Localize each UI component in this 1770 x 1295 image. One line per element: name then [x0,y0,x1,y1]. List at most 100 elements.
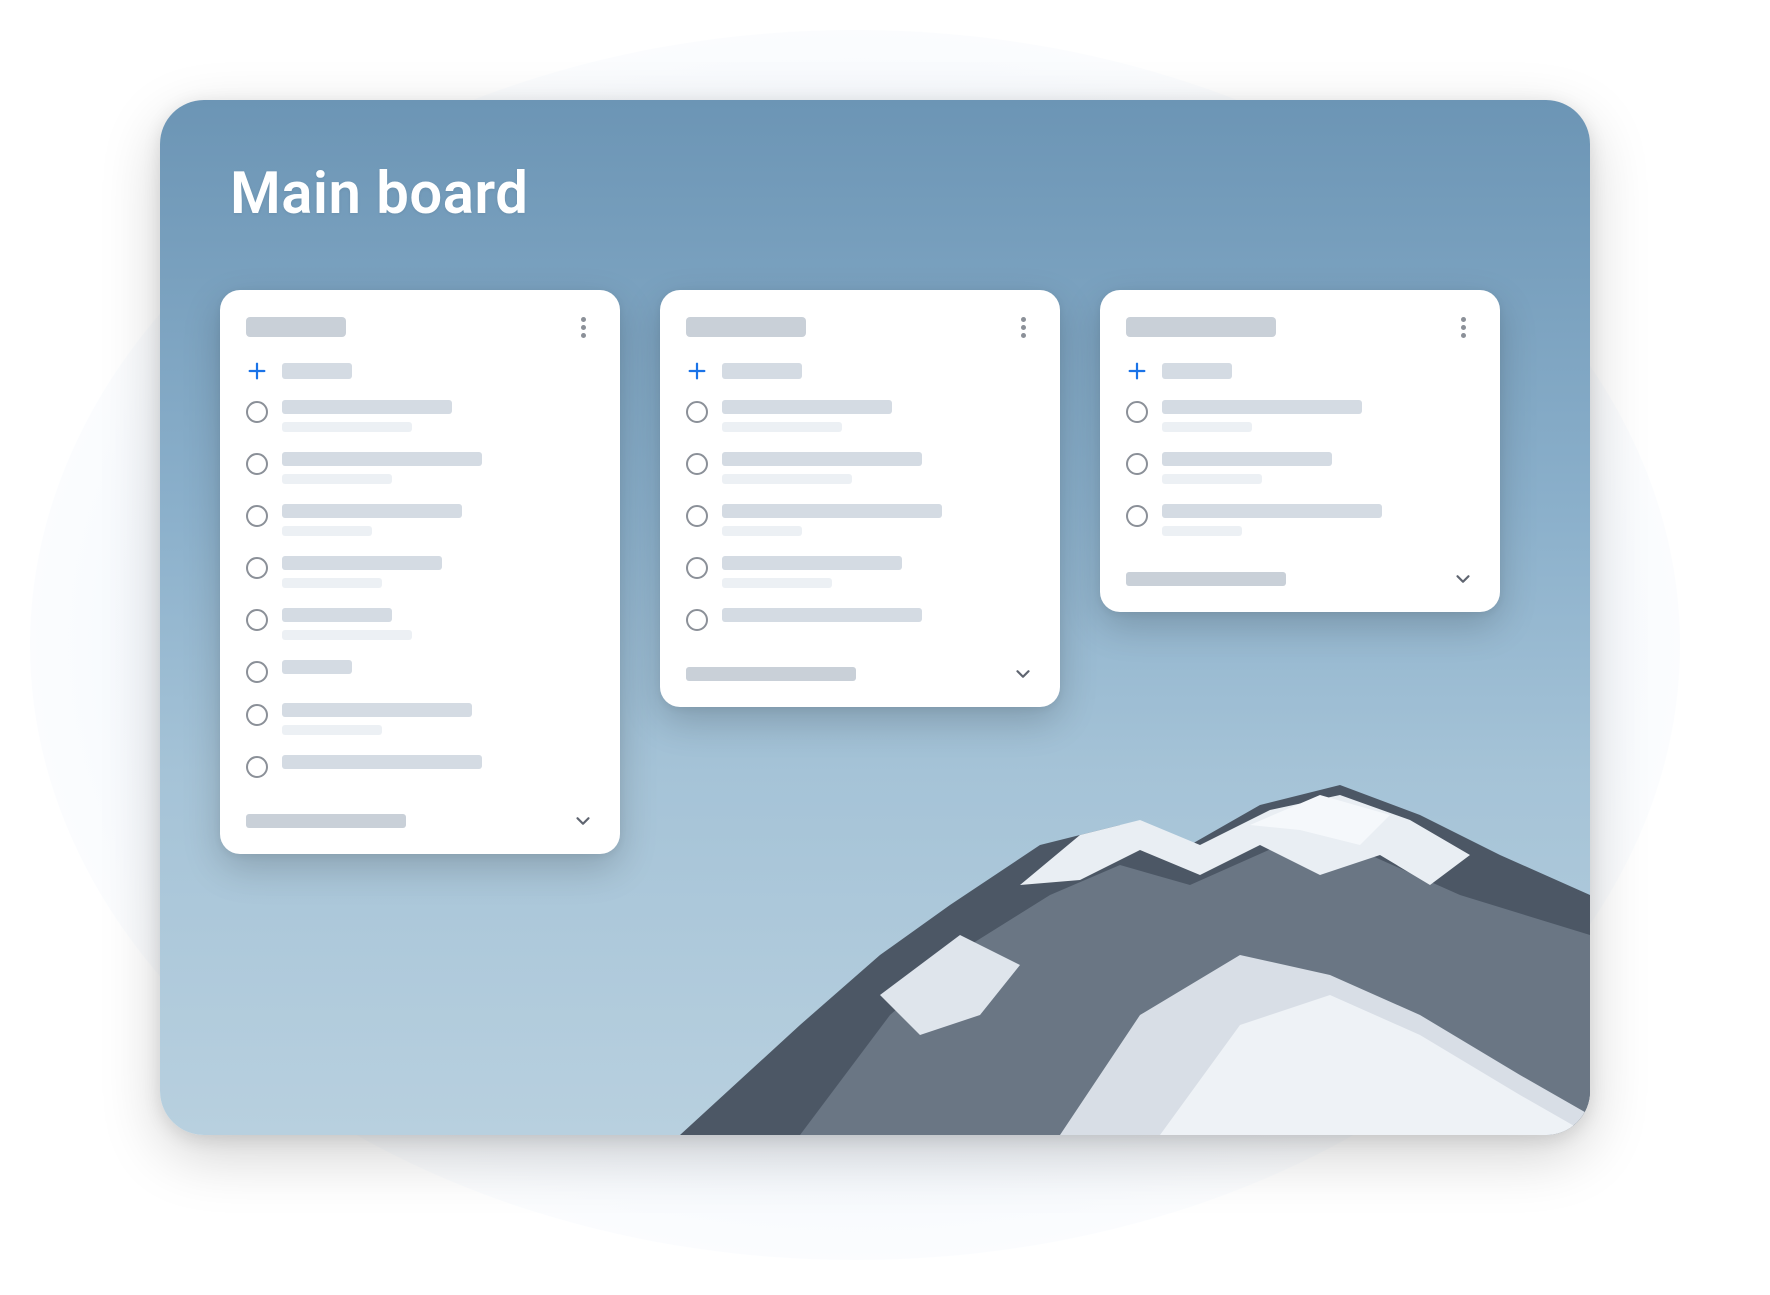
task-item[interactable] [686,504,1034,536]
column-footer[interactable] [246,810,594,832]
board-column [1100,290,1500,612]
placeholder-subline [282,725,382,735]
task-item[interactable] [686,556,1034,588]
add-task-row[interactable] [246,360,594,382]
add-task-label-placeholder [282,363,352,379]
task-text-placeholder [282,608,594,640]
task-item[interactable] [246,703,594,735]
task-text-placeholder [1162,400,1474,432]
task-list [246,400,594,778]
add-task-row[interactable] [1126,360,1474,382]
add-task-row[interactable] [686,360,1034,382]
chevron-down-icon [1452,568,1474,590]
task-item[interactable] [686,400,1034,432]
board-column [220,290,620,854]
task-checkbox[interactable] [246,609,268,631]
task-text-placeholder [722,556,1034,588]
placeholder-line [722,608,922,622]
task-checkbox[interactable] [246,401,268,423]
add-task-label-placeholder [1162,363,1232,379]
placeholder-subline [282,526,372,536]
task-checkbox[interactable] [686,401,708,423]
task-item[interactable] [1126,504,1474,536]
plus-icon [686,360,708,382]
placeholder-line [722,400,892,414]
task-list [1126,400,1474,536]
task-text-placeholder [282,452,594,484]
placeholder-line [722,504,942,518]
task-item[interactable] [686,452,1034,484]
chevron-down-icon [572,810,594,832]
chevron-down-icon [1012,663,1034,685]
task-checkbox[interactable] [686,609,708,631]
task-item[interactable] [1126,452,1474,484]
task-item[interactable] [246,400,594,432]
task-list [686,400,1034,631]
task-checkbox[interactable] [1126,453,1148,475]
task-text-placeholder [722,608,1034,622]
column-footer[interactable] [686,663,1034,685]
footer-label-placeholder [686,667,856,681]
placeholder-line [282,452,482,466]
task-text-placeholder [282,556,594,588]
placeholder-line [722,452,922,466]
task-checkbox[interactable] [1126,505,1148,527]
task-item[interactable] [246,660,594,683]
placeholder-subline [722,474,852,484]
placeholder-line [1162,504,1382,518]
task-checkbox[interactable] [246,661,268,683]
placeholder-line [282,755,482,769]
placeholder-line [282,703,472,717]
task-checkbox[interactable] [1126,401,1148,423]
task-checkbox[interactable] [686,505,708,527]
column-header [1126,316,1474,338]
plus-icon [1126,360,1148,382]
task-checkbox[interactable] [686,453,708,475]
column-header [246,316,594,338]
column-menu-button[interactable] [1012,316,1034,338]
placeholder-line [1162,452,1332,466]
task-item[interactable] [246,504,594,536]
placeholder-subline [722,526,802,536]
footer-label-placeholder [1126,572,1286,586]
column-menu-button[interactable] [1452,316,1474,338]
column-header [686,316,1034,338]
task-item[interactable] [246,556,594,588]
task-item[interactable] [246,755,594,778]
task-checkbox[interactable] [246,557,268,579]
column-footer[interactable] [1126,568,1474,590]
column-title-placeholder [246,317,346,337]
task-item[interactable] [686,608,1034,631]
task-text-placeholder [1162,504,1474,536]
task-checkbox[interactable] [246,505,268,527]
placeholder-subline [282,422,412,432]
column-menu-button[interactable] [572,316,594,338]
task-text-placeholder [1162,452,1474,484]
task-text-placeholder [282,755,594,769]
task-checkbox[interactable] [246,704,268,726]
placeholder-line [282,608,392,622]
column-title-placeholder [1126,317,1276,337]
task-item[interactable] [1126,400,1474,432]
task-checkbox[interactable] [246,453,268,475]
task-checkbox[interactable] [686,557,708,579]
placeholder-line [282,660,352,674]
task-item[interactable] [246,608,594,640]
board-column [660,290,1060,707]
placeholder-subline [282,630,412,640]
task-text-placeholder [282,504,594,536]
task-checkbox[interactable] [246,756,268,778]
task-item[interactable] [246,452,594,484]
placeholder-subline [722,578,832,588]
add-task-label-placeholder [722,363,802,379]
task-text-placeholder [722,452,1034,484]
task-text-placeholder [722,504,1034,536]
placeholder-line [282,556,442,570]
task-text-placeholder [282,400,594,432]
footer-label-placeholder [246,814,406,828]
placeholder-subline [1162,422,1252,432]
placeholder-line [282,400,452,414]
plus-icon [246,360,268,382]
placeholder-line [282,504,462,518]
task-text-placeholder [722,400,1034,432]
